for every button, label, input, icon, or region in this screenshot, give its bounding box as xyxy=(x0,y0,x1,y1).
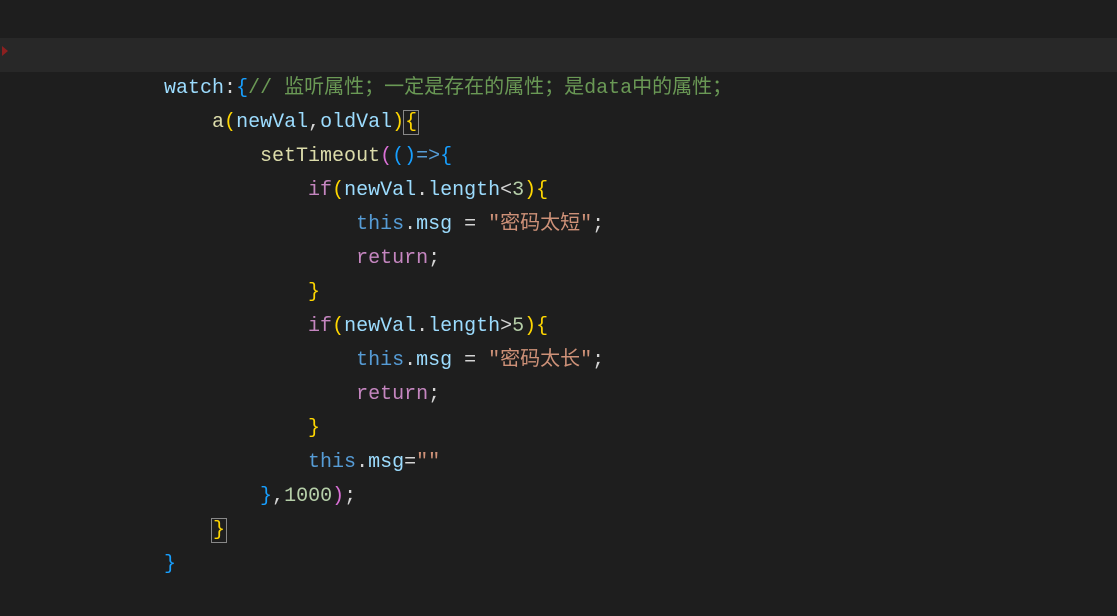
code-token: length xyxy=(428,179,500,202)
code-token: = xyxy=(464,213,476,236)
code-line[interactable]: if(newVal.length<3){ xyxy=(20,174,1117,208)
code-token: this xyxy=(308,451,356,474)
code-token: msg xyxy=(416,349,452,372)
code-line[interactable]: setTimeout(()=>{ xyxy=(20,140,1117,174)
code-token: ( xyxy=(392,145,404,168)
code-token: ( xyxy=(380,145,392,168)
code-token: ; xyxy=(592,213,604,236)
code-token: // 监听属性；一定是存在的属性；是data中的属性； xyxy=(248,77,732,100)
code-line[interactable]: this.msg = "密码太短"; xyxy=(20,208,1117,242)
code-token: 1000 xyxy=(284,485,332,508)
code-token: = xyxy=(464,349,476,372)
breakpoint-indicator-icon[interactable] xyxy=(2,46,8,56)
code-token: ; xyxy=(428,247,440,270)
code-token: : xyxy=(224,77,236,100)
code-token: newVal xyxy=(344,179,416,202)
code-token: { xyxy=(403,110,419,135)
code-token: return xyxy=(356,247,428,270)
code-token: ) xyxy=(404,145,416,168)
code-line[interactable]: a(newVal,oldVal){ xyxy=(20,106,1117,140)
code-token: msg xyxy=(416,213,452,236)
code-line[interactable]: this.msg = "密码太长"; xyxy=(20,344,1117,378)
code-token: { xyxy=(536,315,548,338)
code-token: "" xyxy=(416,451,440,474)
code-token: > xyxy=(500,315,512,338)
code-token: 5 xyxy=(512,315,524,338)
code-token: } xyxy=(211,518,227,543)
code-token: . xyxy=(416,315,428,338)
code-token xyxy=(452,213,464,236)
code-token: { xyxy=(536,179,548,202)
code-token: } xyxy=(308,281,320,304)
code-line[interactable]: if(newVal.length>5){ xyxy=(20,310,1117,344)
code-token: { xyxy=(236,77,248,100)
code-token: oldVal xyxy=(320,111,392,134)
code-token: < xyxy=(500,179,512,202)
code-token: if xyxy=(308,179,332,202)
code-line[interactable]: },1000); xyxy=(20,480,1117,514)
code-token: setTimeout xyxy=(260,145,380,168)
code-token: ; xyxy=(428,383,440,406)
code-token: } xyxy=(164,553,176,576)
code-token: { xyxy=(440,145,452,168)
code-token xyxy=(476,213,488,236)
code-token: "密码太长" xyxy=(488,349,592,372)
code-token: a xyxy=(212,111,224,134)
code-token: this xyxy=(356,213,404,236)
code-token: = xyxy=(404,451,416,474)
code-token xyxy=(476,349,488,372)
code-line[interactable]: this.msg="" xyxy=(20,446,1117,480)
code-token: } xyxy=(260,485,272,508)
code-token: length xyxy=(428,315,500,338)
code-line[interactable]: return; xyxy=(20,242,1117,276)
code-token: } xyxy=(308,417,320,440)
code-token: , xyxy=(272,485,284,508)
code-token: "密码太短" xyxy=(488,213,592,236)
code-token: ; xyxy=(592,349,604,372)
code-line[interactable]: return; xyxy=(20,378,1117,412)
code-token: newVal xyxy=(344,315,416,338)
code-token: . xyxy=(404,213,416,236)
code-token: msg xyxy=(368,451,404,474)
code-line[interactable]: } xyxy=(20,514,1117,548)
code-token: if xyxy=(308,315,332,338)
code-token: ( xyxy=(224,111,236,134)
code-token: 3 xyxy=(512,179,524,202)
code-token: . xyxy=(416,179,428,202)
code-token: ) xyxy=(332,485,344,508)
code-token: ; xyxy=(344,485,356,508)
code-line[interactable]: } xyxy=(20,548,1117,582)
code-token: . xyxy=(356,451,368,474)
code-token: newVal xyxy=(236,111,308,134)
code-token: return xyxy=(356,383,428,406)
code-line[interactable]: watch:{// 监听属性；一定是存在的属性；是data中的属性； xyxy=(20,72,1117,106)
code-token: this xyxy=(356,349,404,372)
code-token: , xyxy=(308,111,320,134)
code-token: watch xyxy=(164,77,224,100)
code-token: ) xyxy=(524,315,536,338)
code-token xyxy=(452,349,464,372)
code-token: ( xyxy=(332,315,344,338)
code-line[interactable]: } xyxy=(20,412,1117,446)
code-token: . xyxy=(404,349,416,372)
code-token: ) xyxy=(524,179,536,202)
code-token: => xyxy=(416,145,440,168)
code-token: ( xyxy=(332,179,344,202)
code-line[interactable]: } xyxy=(20,276,1117,310)
